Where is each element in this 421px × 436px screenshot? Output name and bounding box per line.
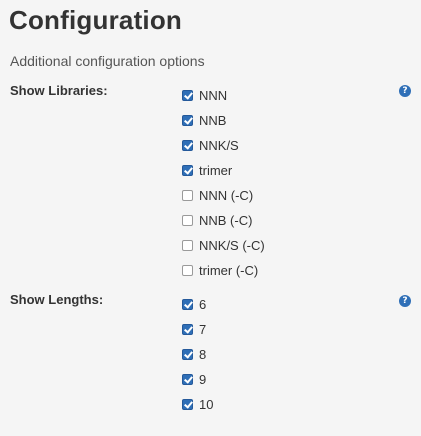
library-checkbox[interactable] [182,190,193,201]
length-option-8[interactable]: 8 [182,342,213,367]
length-option-10[interactable]: 10 [182,392,213,417]
show-libraries-label: Show Libraries: [10,83,108,98]
length-checkbox[interactable] [182,374,193,385]
library-option-label: NNK/S [199,137,239,153]
library-checkbox[interactable] [182,265,193,276]
length-option-6[interactable]: 6 [182,292,213,317]
library-option-label: NNK/S (-C) [199,237,265,253]
library-checkbox[interactable] [182,240,193,251]
library-option-trimer[interactable]: trimer [182,158,265,183]
length-option-9[interactable]: 9 [182,367,213,392]
library-option-label: NNN (-C) [199,187,254,203]
length-option-label: 7 [199,321,207,337]
lengths-help-icon[interactable]: ? [399,295,411,307]
libraries-option-list: NNN NNB NNK/S trimer NNN (-C) NNB (-C) N… [182,83,265,283]
library-option-label: NNB [199,112,227,128]
library-option-trimer-c[interactable]: trimer (-C) [182,258,265,283]
show-lengths-label: Show Lengths: [10,292,104,307]
page-title: Configuration [9,5,183,35]
length-checkbox[interactable] [182,349,193,360]
length-checkbox[interactable] [182,399,193,410]
length-checkbox[interactable] [182,324,193,335]
library-option-label: NNN [199,87,228,103]
library-option-nnb[interactable]: NNB [182,108,265,133]
length-option-label: 6 [199,296,207,312]
library-option-nnb-c[interactable]: NNB (-C) [182,208,265,233]
library-option-nnn[interactable]: NNN [182,83,265,108]
library-checkbox[interactable] [182,140,193,151]
library-checkbox[interactable] [182,90,193,101]
library-checkbox[interactable] [182,215,193,226]
length-option-label: 8 [199,346,207,362]
lengths-option-list: 6 7 8 9 10 [182,292,213,417]
library-checkbox[interactable] [182,165,193,176]
length-option-7[interactable]: 7 [182,317,213,342]
library-option-label: trimer (-C) [199,262,259,278]
libraries-help-icon[interactable]: ? [399,85,411,97]
library-checkbox[interactable] [182,115,193,126]
length-option-label: 10 [199,396,214,412]
length-option-label: 9 [199,371,207,387]
page-subtitle: Additional configuration options [10,53,205,69]
library-option-nnks-c[interactable]: NNK/S (-C) [182,233,265,258]
library-option-nnks[interactable]: NNK/S [182,133,265,158]
library-option-nnn-c[interactable]: NNN (-C) [182,183,265,208]
library-option-label: NNB (-C) [199,212,253,228]
library-option-label: trimer [199,162,233,178]
length-checkbox[interactable] [182,299,193,310]
